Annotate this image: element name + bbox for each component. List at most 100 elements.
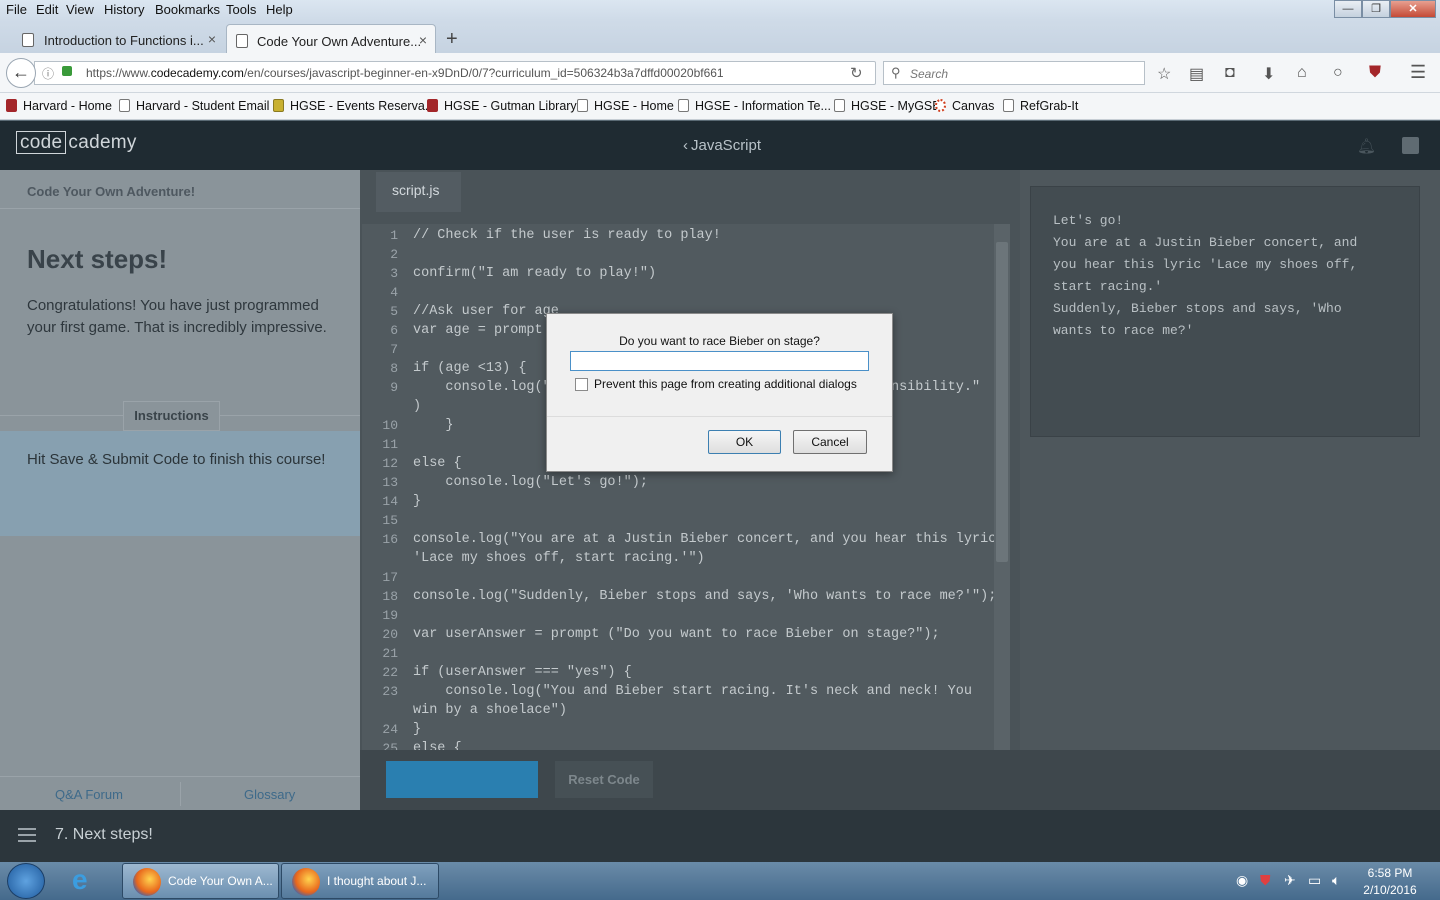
- menu-bookmarks[interactable]: Bookmarks: [155, 2, 220, 17]
- pocket-icon[interactable]: ◘: [1225, 64, 1235, 82]
- line-number: 5: [390, 304, 398, 319]
- code-line[interactable]: // Check if the user is ready to play!: [413, 228, 721, 243]
- bookmark-harvard-home[interactable]: Harvard - Home: [6, 99, 112, 113]
- tab-introduction-functions[interactable]: Introduction to Functions i... ×: [0, 24, 224, 53]
- bookmark-hgse-information[interactable]: HGSE - Information Te...: [678, 99, 831, 113]
- code-line[interactable]: console.log("Suddenly, Bieber stops and …: [413, 589, 994, 604]
- code-line[interactable]: //Ask user for age: [413, 304, 559, 319]
- bookmark-hgse-home[interactable]: HGSE - Home: [577, 99, 674, 113]
- menu-history[interactable]: History: [104, 2, 144, 17]
- hamburger-menu-icon[interactable]: ☰: [1410, 62, 1426, 83]
- close-window-button[interactable]: ✕: [1390, 0, 1436, 18]
- menu-tools[interactable]: Tools: [226, 2, 256, 17]
- avatar[interactable]: [1402, 137, 1419, 154]
- qa-forum-link[interactable]: Q&A Forum: [55, 787, 123, 802]
- menu-file[interactable]: File: [6, 2, 27, 17]
- taskbar-firefox-window-1[interactable]: Code Your Own A...: [122, 863, 279, 899]
- system-clock[interactable]: 6:58 PM 2/10/2016: [1360, 865, 1420, 899]
- prevent-dialogs-label[interactable]: Prevent this page from creating addition…: [594, 377, 857, 391]
- line-number: 18: [382, 589, 398, 604]
- bookmark-label: HGSE - Information Te...: [695, 99, 831, 113]
- code-line[interactable]: var userAnswer = prompt ("Do you want to…: [413, 627, 940, 642]
- code-line[interactable]: if (age <13) {: [413, 361, 526, 376]
- back-button[interactable]: ←: [6, 58, 36, 88]
- internet-explorer-icon[interactable]: e: [72, 864, 88, 896]
- page-icon: [834, 99, 845, 112]
- home-icon[interactable]: ⌂: [1297, 64, 1307, 82]
- tray-app-icon[interactable]: ◉: [1236, 872, 1248, 889]
- firefox-icon: [292, 868, 320, 896]
- codecademy-logo[interactable]: code cademy: [16, 131, 137, 154]
- line-number: 22: [382, 665, 398, 680]
- bookmark-hgse-mygse[interactable]: HGSE - MyGSE: [834, 99, 941, 113]
- line-number: 7: [390, 342, 398, 357]
- chat-icon[interactable]: ○: [1333, 64, 1343, 82]
- line-number: 8: [390, 361, 398, 376]
- close-tab-icon[interactable]: ×: [208, 31, 216, 47]
- code-line[interactable]: }: [413, 494, 421, 509]
- tray-shield-icon[interactable]: ⛊: [1260, 872, 1271, 889]
- page-icon: [119, 99, 130, 112]
- code-line[interactable]: win by a shoelace"): [413, 703, 567, 718]
- bookmark-canvas[interactable]: Canvas: [935, 99, 994, 113]
- identity-info-icon[interactable]: ⓘ: [42, 65, 54, 82]
- bookmark-harvard-email[interactable]: Harvard - Student Email: [119, 99, 269, 113]
- dialog-input[interactable]: [570, 351, 869, 371]
- search-placeholder: Search: [910, 67, 949, 81]
- scrollbar-thumb[interactable]: [996, 242, 1008, 562]
- code-line[interactable]: ): [413, 399, 421, 414]
- code-line[interactable]: }: [413, 722, 421, 737]
- reset-code-button[interactable]: Reset Code: [555, 761, 653, 798]
- minimize-button[interactable]: —: [1334, 0, 1362, 18]
- volume-icon[interactable]: 🔈︎: [1332, 872, 1340, 889]
- lesson-menu-icon[interactable]: [18, 828, 36, 842]
- tray-display-icon[interactable]: ▭: [1308, 872, 1321, 889]
- shield-icon[interactable]: ⛊: [1369, 64, 1381, 82]
- line-number: 13: [382, 475, 398, 490]
- code-line[interactable]: }: [413, 418, 453, 433]
- file-tab[interactable]: script.js: [376, 172, 461, 212]
- course-title[interactable]: ‹ JavaScript: [683, 137, 761, 154]
- prevent-dialogs-checkbox[interactable]: [575, 378, 588, 391]
- code-line[interactable]: console.log("You and Bieber start racing…: [413, 684, 972, 699]
- reload-icon[interactable]: ↻: [850, 64, 863, 82]
- cancel-button[interactable]: Cancel: [793, 430, 867, 454]
- line-number: 2: [390, 247, 398, 262]
- menu-help[interactable]: Help: [266, 2, 293, 17]
- tray-network-icon[interactable]: ✈: [1284, 872, 1296, 889]
- tab-code-your-own-adventure[interactable]: Code Your Own Adventure... ×: [226, 24, 436, 53]
- reading-list-icon[interactable]: ▤: [1189, 64, 1204, 84]
- code-line[interactable]: confirm("I am ready to play!"): [413, 266, 656, 281]
- code-line[interactable]: else {: [413, 741, 462, 750]
- url-text[interactable]: https://www.codecademy.com/en/courses/ja…: [86, 66, 724, 80]
- code-line[interactable]: console.log("You are at a Justin Bieber …: [413, 532, 994, 547]
- code-line[interactable]: 'Lace my shoes off, start racing.'"): [413, 551, 705, 566]
- bookmark-star-icon[interactable]: ☆: [1157, 64, 1171, 84]
- code-line[interactable]: else {: [413, 456, 462, 471]
- url-path: /en/courses/javascript-beginner-en-x9DnD…: [243, 66, 724, 80]
- bell-icon[interactable]: 🔔︎: [1357, 137, 1376, 155]
- line-number: 3: [390, 266, 398, 281]
- current-step[interactable]: 7. Next steps!: [55, 826, 153, 844]
- bookmark-hgse-gutman[interactable]: HGSE - Gutman Library: [427, 99, 577, 113]
- search-input[interactable]: ⚲ Search: [883, 61, 1145, 85]
- ok-button[interactable]: OK: [708, 430, 781, 454]
- bookmark-hgse-events[interactable]: HGSE - Events Reserva...: [273, 99, 435, 113]
- glossary-link[interactable]: Glossary: [244, 787, 295, 802]
- divider: [180, 782, 181, 806]
- menu-edit[interactable]: Edit: [36, 2, 58, 17]
- line-number: 12: [382, 456, 398, 471]
- save-submit-button[interactable]: [386, 761, 538, 798]
- code-line[interactable]: console.log("Let's go!");: [413, 475, 648, 490]
- bookmark-refgrab[interactable]: RefGrab-It: [1003, 99, 1078, 113]
- new-tab-button[interactable]: +: [446, 28, 458, 51]
- code-line[interactable]: if (userAnswer === "yes") {: [413, 665, 632, 680]
- downloads-icon[interactable]: ⬇: [1262, 64, 1275, 84]
- menu-view[interactable]: View: [66, 2, 94, 17]
- taskbar-firefox-window-2[interactable]: I thought about J...: [281, 863, 439, 899]
- maximize-button[interactable]: ❐: [1362, 0, 1390, 18]
- close-tab-icon[interactable]: ×: [419, 32, 427, 48]
- code-editor[interactable]: 1 // Check if the user is ready to play! 2…: [362, 224, 994, 750]
- code-line[interactable]: var age = prompt: [413, 323, 543, 338]
- start-button[interactable]: [7, 863, 45, 899]
